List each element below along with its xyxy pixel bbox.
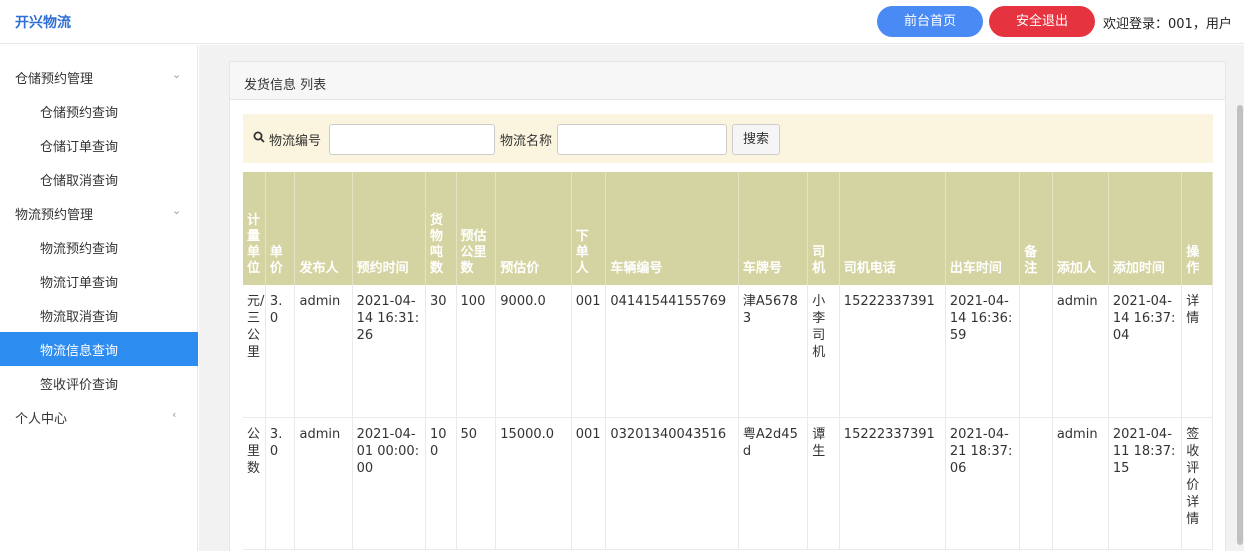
sidebar-group-storage[interactable]: 仓储预约管理 ⌄: [0, 60, 198, 94]
table-header-row: 计量单位 单价 发布人 预约时间 货物吨数 预估公里数 预估价 下单人 车辆编号…: [243, 172, 1213, 285]
column-header[interactable]: 添加人: [1052, 172, 1109, 285]
table-cell: 9000.0: [495, 285, 572, 418]
sidebar-item-label: 仓储订单查询: [40, 140, 119, 155]
logistics-number-label: 物流编号: [269, 134, 322, 149]
search-icon: [253, 131, 265, 143]
table-cell: 2021-04-21 18:37:06: [945, 417, 1021, 550]
table-cell: 元/三公里: [243, 285, 266, 418]
column-header[interactable]: 预约时间: [352, 172, 426, 285]
column-header[interactable]: 发布人: [294, 172, 353, 285]
column-header[interactable]: 下单人: [571, 172, 607, 285]
logistics-name-input[interactable]: [557, 124, 727, 155]
sidebar-item-label: 物流取消查询: [40, 310, 119, 325]
sidebar-item-storage-cancel[interactable]: 仓储取消查询: [0, 162, 198, 196]
column-header[interactable]: 司机: [807, 172, 840, 285]
top-bar: 开兴物流 前台首页 安全退出 欢迎登录：001，用户: [0, 0, 1244, 44]
sidebar-item-storage-booking[interactable]: 仓储预约查询: [0, 94, 198, 128]
sidebar-item-sign-review[interactable]: 签收评价查询: [0, 366, 198, 400]
column-header[interactable]: 车辆编号: [605, 172, 739, 285]
column-header[interactable]: 单价: [265, 172, 296, 285]
column-header[interactable]: 预估公里数: [456, 172, 497, 285]
home-button[interactable]: 前台首页: [877, 6, 983, 37]
list-panel: 发货信息 列表 物流编号 物流名称 搜索 计量单位 单价 发布人 预约时间 货物…: [229, 61, 1226, 551]
table-cell: 3.0: [265, 285, 296, 418]
sidebar-group-label: 个人中心: [15, 412, 68, 427]
detail-link[interactable]: 详情: [1181, 285, 1213, 418]
table-cell: 2021-04-14 16:37:04: [1108, 285, 1183, 418]
table-cell: 001: [571, 417, 607, 550]
column-header[interactable]: 车牌号: [738, 172, 809, 285]
table-cell: 2021-04-14 16:31:26: [352, 285, 426, 418]
table-cell: 15000.0: [495, 417, 572, 550]
table-cell: 001: [571, 285, 607, 418]
scrollbar-thumb[interactable]: [1237, 105, 1243, 545]
table-cell: 2021-04-14 16:36:59: [945, 285, 1021, 418]
table-cell: 公里数: [243, 417, 266, 550]
column-header[interactable]: 出车时间: [945, 172, 1021, 285]
sidebar-item-storage-orders[interactable]: 仓储订单查询: [0, 128, 198, 162]
table-cell: [1019, 285, 1053, 418]
sidebar-group-logistics[interactable]: 物流预约管理 ⌄: [0, 196, 198, 230]
sidebar-item-label: 物流订单查询: [40, 276, 119, 291]
column-header[interactable]: 预估价: [495, 172, 572, 285]
table-cell: 津A56783: [738, 285, 809, 418]
sidebar-item-label: 签收评价查询: [40, 378, 119, 393]
sidebar-group-label: 物流预约管理: [15, 208, 94, 223]
search-button[interactable]: 搜索: [732, 124, 780, 155]
table-cell: 30: [425, 285, 457, 418]
table-cell: admin: [1052, 285, 1109, 418]
sidebar-item-label: 仓储取消查询: [40, 174, 119, 189]
sidebar-item-label: 仓储预约查询: [40, 106, 119, 121]
data-table: 计量单位 单价 发布人 预约时间 货物吨数 预估公里数 预估价 下单人 车辆编号…: [243, 172, 1213, 550]
sidebar-item-label: 物流信息查询: [40, 344, 119, 359]
chevron-down-icon: ⌄: [172, 68, 182, 81]
data-table-wrapper[interactable]: 计量单位 单价 发布人 预约时间 货物吨数 预估公里数 预估价 下单人 车辆编号…: [243, 172, 1213, 551]
table-cell: admin: [294, 285, 353, 418]
table-cell: admin: [1052, 417, 1109, 550]
table-row: 元/三公里 3.0 admin 2021-04-14 16:31:26 30 1…: [243, 285, 1213, 418]
review-detail-link[interactable]: 签收评价详情: [1181, 417, 1213, 550]
table-row: 公里数 3.0 admin 2021-04-01 00:00:00 100 50…: [243, 417, 1213, 550]
search-bar: 物流编号 物流名称 搜索: [243, 114, 1213, 163]
column-header[interactable]: 添加时间: [1108, 172, 1183, 285]
page-title: 发货信息 列表: [244, 78, 327, 93]
table-cell: 2021-04-01 00:00:00: [352, 417, 426, 550]
table-cell: 小李司机: [807, 285, 840, 418]
sidebar-group-label: 仓储预约管理: [15, 72, 94, 87]
logistics-number-input[interactable]: [329, 124, 495, 155]
page-scrollbar[interactable]: [1236, 45, 1244, 551]
table-cell: 100: [425, 417, 457, 550]
sidebar-item-logistics-info[interactable]: 物流信息查询: [0, 332, 198, 366]
table-cell: 15222337391: [839, 417, 946, 550]
column-header[interactable]: 操作: [1181, 172, 1213, 285]
column-header[interactable]: 计量单位: [243, 172, 266, 285]
panel-header: 发货信息 列表: [230, 62, 1225, 100]
logistics-name-label: 物流名称: [500, 134, 553, 149]
table-cell: 03201340043516: [605, 417, 739, 550]
table-cell: 2021-04-11 18:37:15: [1108, 417, 1183, 550]
table-cell: 3.0: [265, 417, 296, 550]
sidebar-item-logistics-booking[interactable]: 物流预约查询: [0, 230, 198, 264]
column-header[interactable]: 货物吨数: [425, 172, 457, 285]
table-cell: 15222337391: [839, 285, 946, 418]
column-header[interactable]: 司机电话: [839, 172, 946, 285]
table-cell: 04141544155769: [605, 285, 739, 418]
chevron-down-icon: ⌄: [172, 204, 182, 217]
brand-logo[interactable]: 开兴物流: [15, 12, 71, 32]
chevron-left-icon: ‹: [172, 408, 177, 421]
column-header[interactable]: 备注: [1019, 172, 1053, 285]
sidebar-item-logistics-orders[interactable]: 物流订单查询: [0, 264, 198, 298]
sidebar-item-label: 物流预约查询: [40, 242, 119, 257]
table-cell: 粤A2d45d: [738, 417, 809, 550]
table-cell: admin: [294, 417, 353, 550]
sidebar: 仓储预约管理 ⌄ 仓储预约查询 仓储订单查询 仓储取消查询 物流预约管理 ⌄ 物…: [0, 45, 198, 551]
sidebar-item-logistics-cancel[interactable]: 物流取消查询: [0, 298, 198, 332]
table-cell: 50: [456, 417, 497, 550]
welcome-text: 欢迎登录：001，用户: [1103, 17, 1232, 32]
sidebar-group-personal[interactable]: 个人中心 ‹: [0, 400, 198, 434]
table-cell: 100: [456, 285, 497, 418]
table-cell: 谭生: [807, 417, 840, 550]
table-cell: [1019, 417, 1053, 550]
logout-button[interactable]: 安全退出: [989, 6, 1095, 37]
